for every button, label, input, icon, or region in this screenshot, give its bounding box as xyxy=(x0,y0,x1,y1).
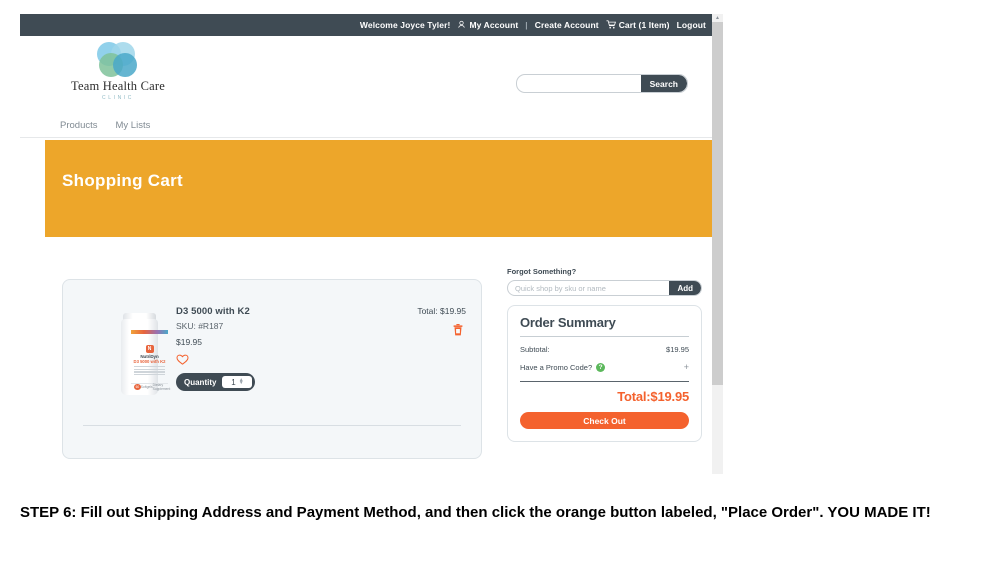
cart-sidebar: Forgot Something? Add Order Summary Subt… xyxy=(507,267,704,442)
main-navigation: Products My Lists xyxy=(20,114,712,138)
promo-expand-icon[interactable]: + xyxy=(684,362,689,372)
cart-item-card: N NutriDyn D3 5000 with K2 60 Softgels D… xyxy=(62,279,482,459)
browser-viewport: Welcome Joyce Tyler! My Account | Create… xyxy=(20,14,723,474)
scrollbar-thumb[interactable] xyxy=(712,22,723,385)
cart-link[interactable]: Cart (1 Item) xyxy=(606,20,670,31)
search-input[interactable] xyxy=(517,75,641,92)
logo-subtitle: CLINIC xyxy=(102,95,134,101)
site-logo[interactable]: Team Health Care CLINIC xyxy=(68,42,168,101)
subtotal-value: $19.95 xyxy=(666,345,689,354)
page-title: Shopping Cart xyxy=(62,171,183,190)
promo-code-row[interactable]: Have a Promo Code? ? + xyxy=(520,362,689,372)
quantity-value: 1 xyxy=(231,377,236,387)
my-account-label: My Account xyxy=(469,20,519,30)
thumb-brand-badge: N xyxy=(145,345,154,353)
product-price: $19.95 xyxy=(176,337,202,347)
product-sku: SKU: #R187 xyxy=(176,321,224,331)
cart-icon xyxy=(606,20,616,31)
line-item-total: Total: $19.95 xyxy=(417,306,466,316)
order-summary-title: Order Summary xyxy=(520,315,689,337)
quantity-label: Quantity xyxy=(184,377,217,387)
promo-code-label: Have a Promo Code? xyxy=(520,362,593,372)
thumb-product-label: D3 5000 with K2 xyxy=(133,359,166,364)
quick-shop-add-button[interactable]: Add xyxy=(669,281,701,295)
heart-icon[interactable] xyxy=(176,354,356,367)
nav-item-products[interactable]: Products xyxy=(60,120,98,131)
page-banner: Shopping Cart xyxy=(45,140,712,237)
summary-divider xyxy=(520,381,689,382)
cart-content: N NutriDyn D3 5000 with K2 60 Softgels D… xyxy=(45,237,712,474)
thumb-count-badge: 60 xyxy=(134,384,141,390)
scrollbar-up-arrow-icon[interactable]: ▲ xyxy=(712,14,723,22)
order-summary-panel: Order Summary Subtotal: $19.95 Have a Pr… xyxy=(507,305,702,442)
cart-label: Cart (1 Item) xyxy=(618,20,670,30)
thumb-softgels: Softgels xyxy=(140,385,153,389)
instruction-caption: STEP 6: Fill out Shipping Address and Pa… xyxy=(20,504,931,521)
search-button[interactable]: Search xyxy=(640,75,687,92)
card-divider xyxy=(83,425,461,426)
subtotal-row: Subtotal: $19.95 xyxy=(520,345,689,354)
search-box[interactable]: Search xyxy=(516,74,688,93)
vertical-scrollbar[interactable]: ▲ xyxy=(712,14,723,474)
product-info: D3 5000 with K2 SKU: #R187 $19.95 Quanti… xyxy=(176,306,356,391)
quick-shop-box[interactable]: Add xyxy=(507,280,702,296)
quantity-spinner-icon[interactable]: ▲ ▼ xyxy=(239,378,244,386)
thumb-label-lines xyxy=(134,366,165,377)
site-header: Team Health Care CLINIC Search xyxy=(20,36,712,114)
quantity-input[interactable]: 1 ▲ ▼ xyxy=(222,376,253,388)
clinic-logo-icon xyxy=(97,42,139,77)
question-mark-icon[interactable]: ? xyxy=(596,362,606,372)
logo-name: Team Health Care xyxy=(71,79,165,93)
create-account-link[interactable]: Create Account xyxy=(535,20,599,30)
product-thumbnail[interactable]: N NutriDyn D3 5000 with K2 60 Softgels D… xyxy=(111,313,171,397)
logout-link[interactable]: Logout xyxy=(677,20,706,30)
order-total: Total:$19.95 xyxy=(617,389,689,404)
nav-item-my-lists[interactable]: My Lists xyxy=(116,120,151,131)
thumb-supplement: Dietary Supplement xyxy=(152,383,171,391)
utility-separator: | xyxy=(525,20,528,30)
utility-bar: Welcome Joyce Tyler! My Account | Create… xyxy=(20,14,712,36)
trash-icon[interactable] xyxy=(453,323,463,336)
subtotal-label: Subtotal: xyxy=(520,345,550,354)
checkout-button[interactable]: Check Out xyxy=(520,412,689,429)
quantity-stepper[interactable]: Quantity 1 ▲ ▼ xyxy=(176,373,256,391)
quick-shop-label: Forgot Something? xyxy=(507,267,577,276)
welcome-message: Welcome Joyce Tyler! xyxy=(359,20,451,30)
product-name[interactable]: D3 5000 with K2 xyxy=(176,306,356,317)
quick-shop-input[interactable] xyxy=(508,281,670,295)
user-icon xyxy=(457,20,466,31)
my-account-link[interactable]: My Account xyxy=(457,20,518,31)
thumb-brand: N NutriDyn xyxy=(131,345,168,359)
